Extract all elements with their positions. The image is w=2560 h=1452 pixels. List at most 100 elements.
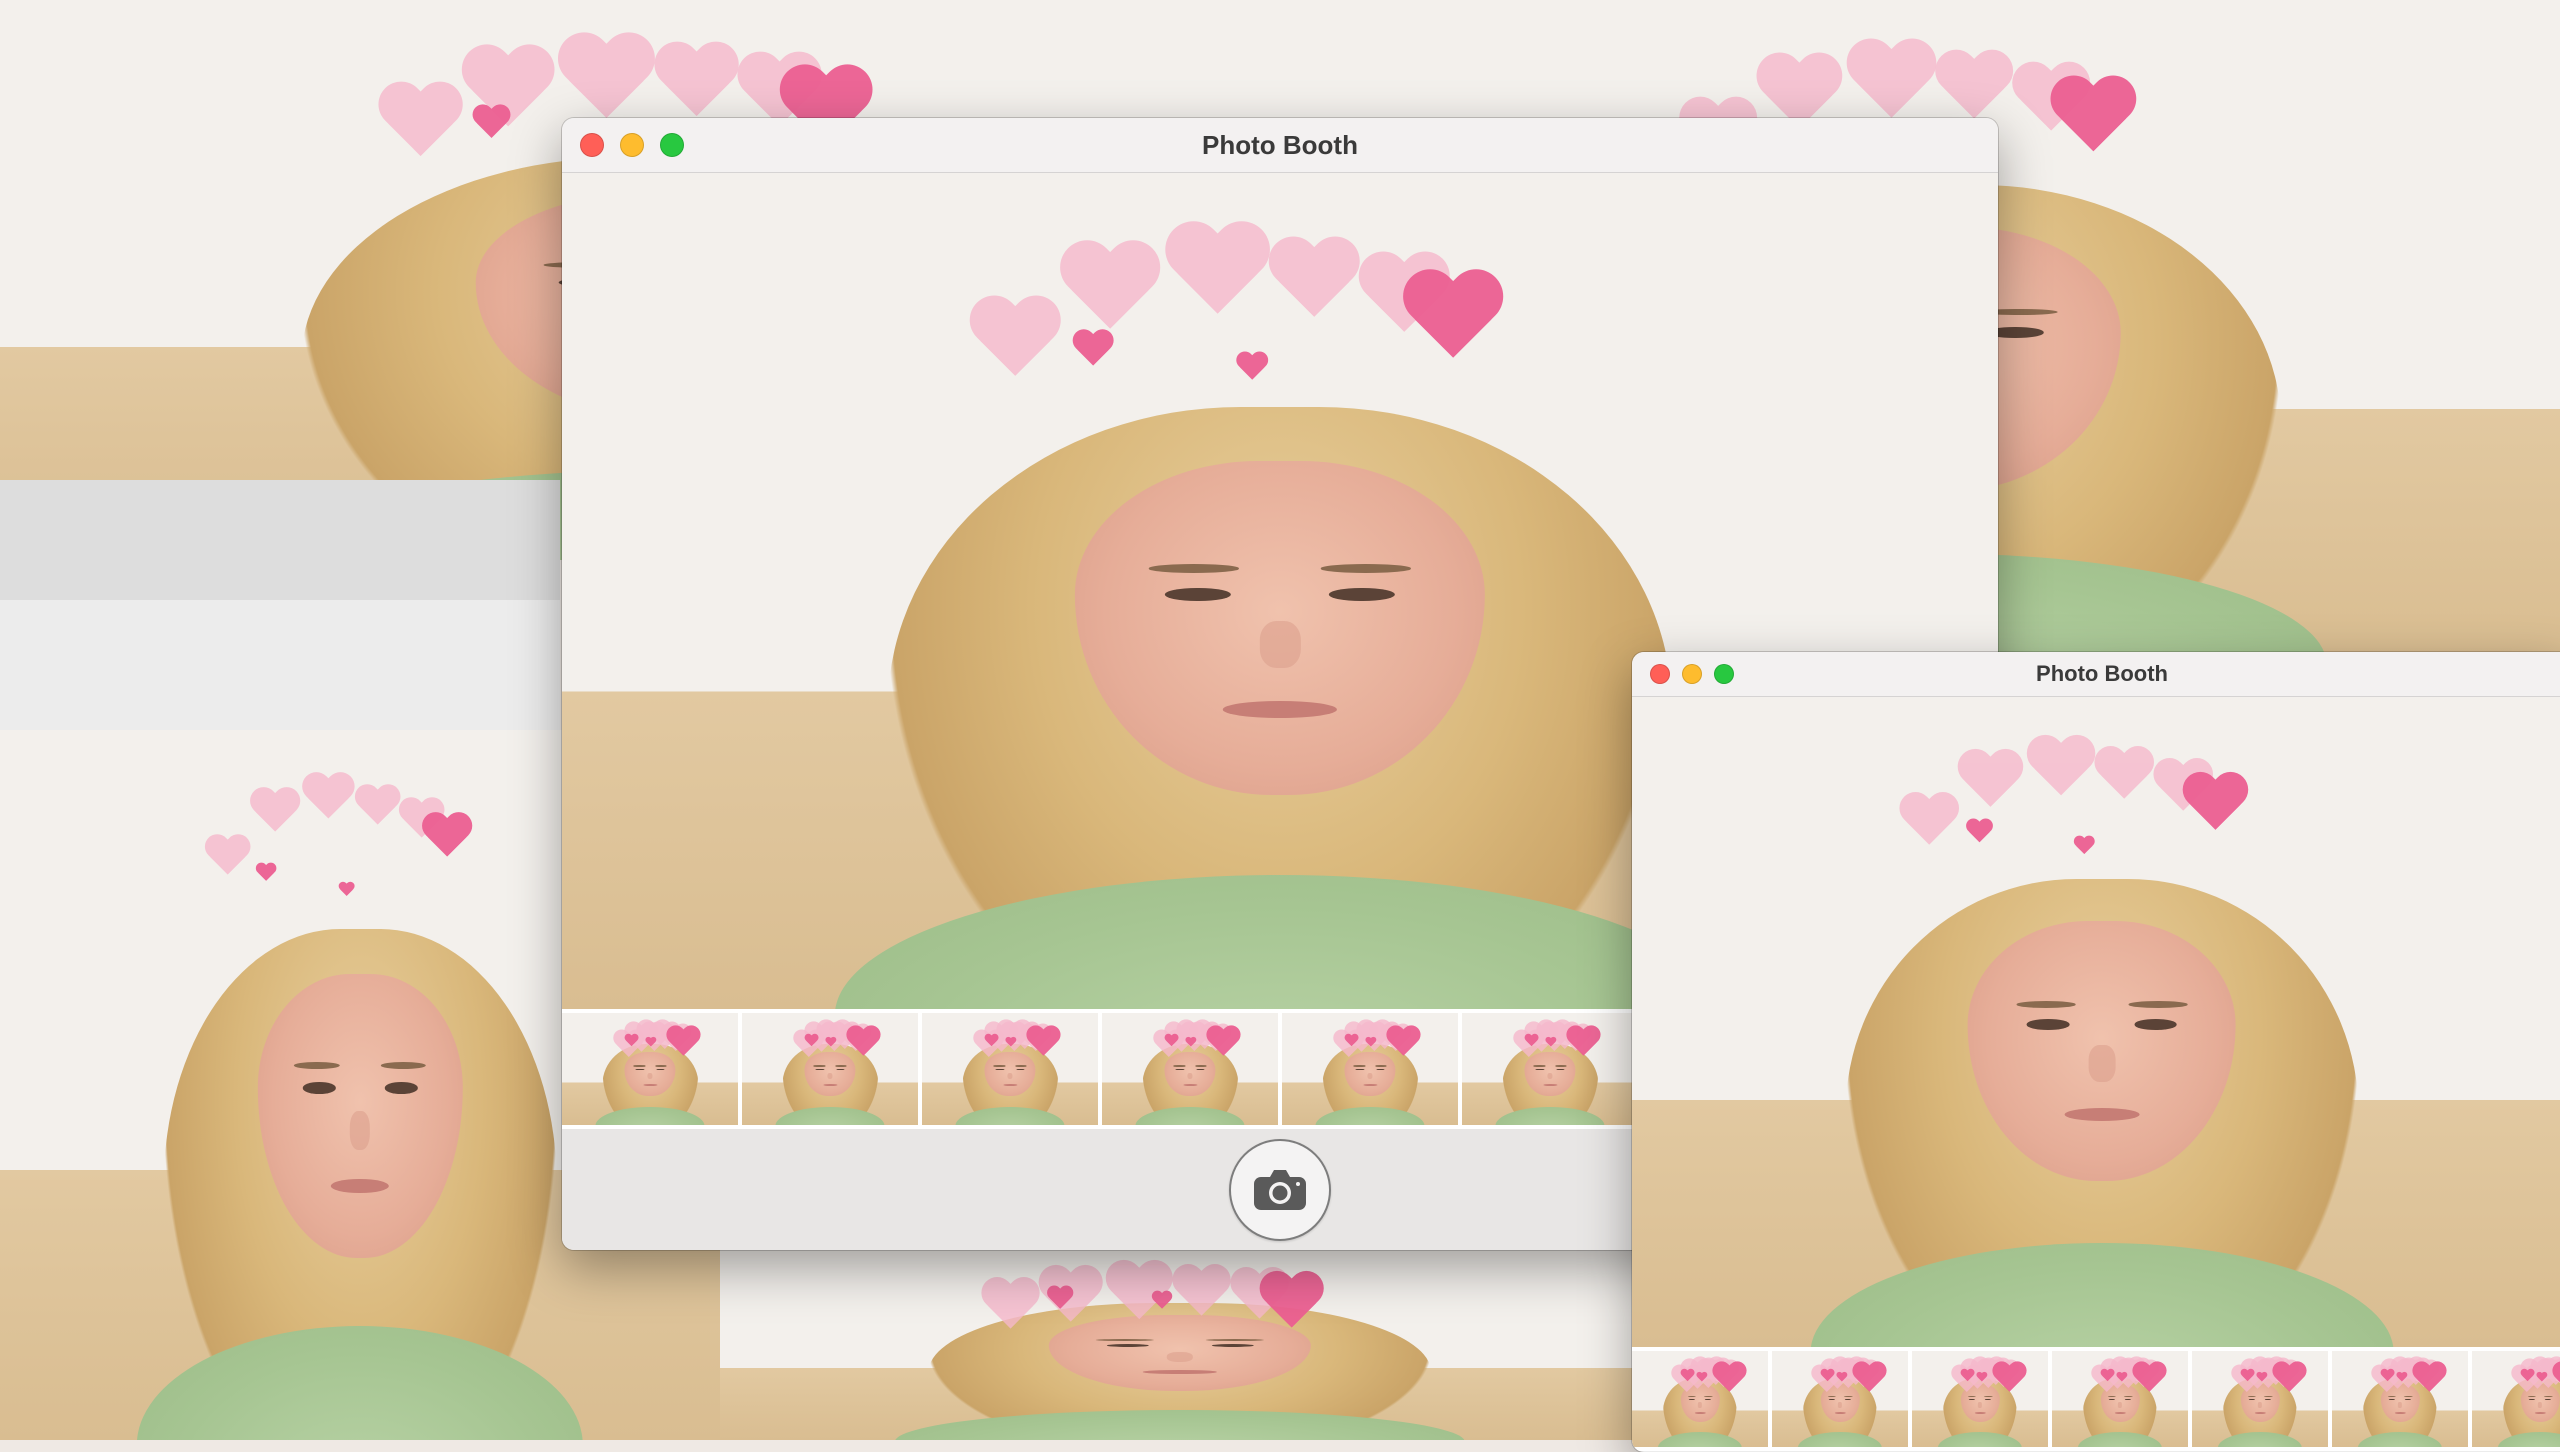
heart-icon (2116, 1372, 2128, 1383)
nose (2118, 1402, 2122, 1408)
heart-icon (1344, 1034, 1359, 1048)
minimize-button[interactable] (1682, 664, 1702, 684)
eye (1376, 1068, 1385, 1071)
heart-icon (1820, 1369, 1835, 1383)
heart-icon (1235, 352, 1269, 383)
eyebrow (1983, 1395, 1993, 1397)
heart-icon (984, 1034, 999, 1048)
heart-icon (665, 1026, 702, 1059)
eye (1829, 1398, 1836, 1401)
heart-icon (375, 83, 466, 165)
mouth (1002, 1083, 1018, 1086)
person (1810, 879, 2394, 1347)
eyebrow (1967, 1395, 1977, 1397)
take-photo-button[interactable] (1229, 1139, 1331, 1241)
eyebrow (2016, 1001, 2076, 1008)
hearts-effect (173, 773, 547, 929)
eyebrow (655, 1065, 667, 1067)
heart-icon (1151, 1291, 1173, 1311)
heart-icon (1071, 330, 1115, 370)
eye (302, 1082, 336, 1094)
heart-icon (1365, 1037, 1377, 1048)
eyebrow (1843, 1395, 1853, 1397)
heart-icon (1161, 223, 1274, 325)
heart-icon (979, 1278, 1042, 1335)
thumbnail[interactable] (1102, 1013, 1278, 1125)
thumbnail[interactable] (2332, 1351, 2468, 1447)
eye (1165, 587, 1231, 602)
nose (827, 1073, 833, 1080)
mouth (2254, 1411, 2266, 1414)
thumbnail-strip-secondary[interactable] (1632, 1347, 2560, 1451)
eyebrow (1375, 1065, 1387, 1067)
nose (2538, 1402, 2542, 1408)
heart-icon (2092, 747, 2156, 805)
mouth (1694, 1411, 1706, 1414)
minimize-button[interactable] (620, 133, 644, 157)
thumbnail[interactable] (562, 1013, 738, 1125)
thumbnail[interactable] (1462, 1013, 1638, 1125)
hearts-effect (2085, 1357, 2156, 1378)
mouth (1182, 1083, 1198, 1086)
thumbnail[interactable] (1632, 1351, 1768, 1447)
heart-icon (2271, 1362, 2308, 1395)
eyebrow (1195, 1065, 1207, 1067)
heart-icon (1399, 271, 1507, 368)
heart-icon (554, 34, 659, 128)
eye (1106, 1344, 1149, 1348)
thumbnail[interactable] (742, 1013, 918, 1125)
eyebrow (1827, 1395, 1837, 1397)
thumbnail[interactable] (2192, 1351, 2328, 1447)
thumbnail[interactable] (1772, 1351, 1908, 1447)
eye (2249, 1398, 2256, 1401)
heart-icon (2551, 1362, 2560, 1395)
hearts-effect (2505, 1357, 2560, 1378)
close-button[interactable] (580, 133, 604, 157)
eye (2264, 1398, 2271, 1401)
eyebrow (1320, 564, 1412, 573)
hearts-effect (1665, 1357, 1736, 1378)
zoom-button[interactable] (660, 133, 684, 157)
nose (647, 1073, 653, 1080)
eyebrow (1703, 1395, 1713, 1397)
hearts-effect (907, 223, 1654, 407)
thumbnail[interactable] (1282, 1013, 1458, 1125)
zoom-button[interactable] (1714, 664, 1734, 684)
thumbnail[interactable] (1912, 1351, 2048, 1447)
heart-icon (1056, 242, 1164, 339)
heart-icon (2380, 1369, 2395, 1383)
eyebrow (380, 1062, 426, 1070)
heart-icon (2536, 1372, 2548, 1383)
thumbnail[interactable] (2052, 1351, 2188, 1447)
nose (1166, 1351, 1194, 1363)
eye (1844, 1398, 1851, 1401)
heart-icon (1170, 1265, 1233, 1322)
hearts-effect (1324, 1020, 1416, 1045)
thumbnail[interactable] (2472, 1351, 2560, 1447)
heart-icon (203, 835, 252, 879)
close-button[interactable] (1650, 664, 1670, 684)
eye (995, 1068, 1004, 1071)
eyebrow (2527, 1395, 2537, 1397)
thumbnail[interactable] (922, 1013, 1098, 1125)
heart-icon (825, 1037, 837, 1048)
heart-icon (1205, 1026, 1242, 1059)
heart-icon (804, 1034, 819, 1048)
photo-booth-window-secondary: Photo Booth (1632, 652, 2560, 1452)
heart-icon (845, 1026, 882, 1059)
eyebrow (1555, 1065, 1567, 1067)
heart-icon (1991, 1362, 2028, 1395)
heart-icon (1680, 1369, 1695, 1383)
heart-icon (1185, 1037, 1197, 1048)
hearts-effect (964, 1020, 1056, 1045)
nose (1367, 1073, 1373, 1080)
heart-icon (1955, 750, 2026, 814)
heart-icon (645, 1037, 657, 1048)
eye (2134, 1019, 2178, 1030)
eye (1211, 1344, 1254, 1348)
heart-icon (300, 773, 357, 824)
eyebrow (2543, 1395, 2553, 1397)
eye (2529, 1398, 2536, 1401)
eye (1329, 587, 1395, 602)
nose (1007, 1073, 1013, 1080)
